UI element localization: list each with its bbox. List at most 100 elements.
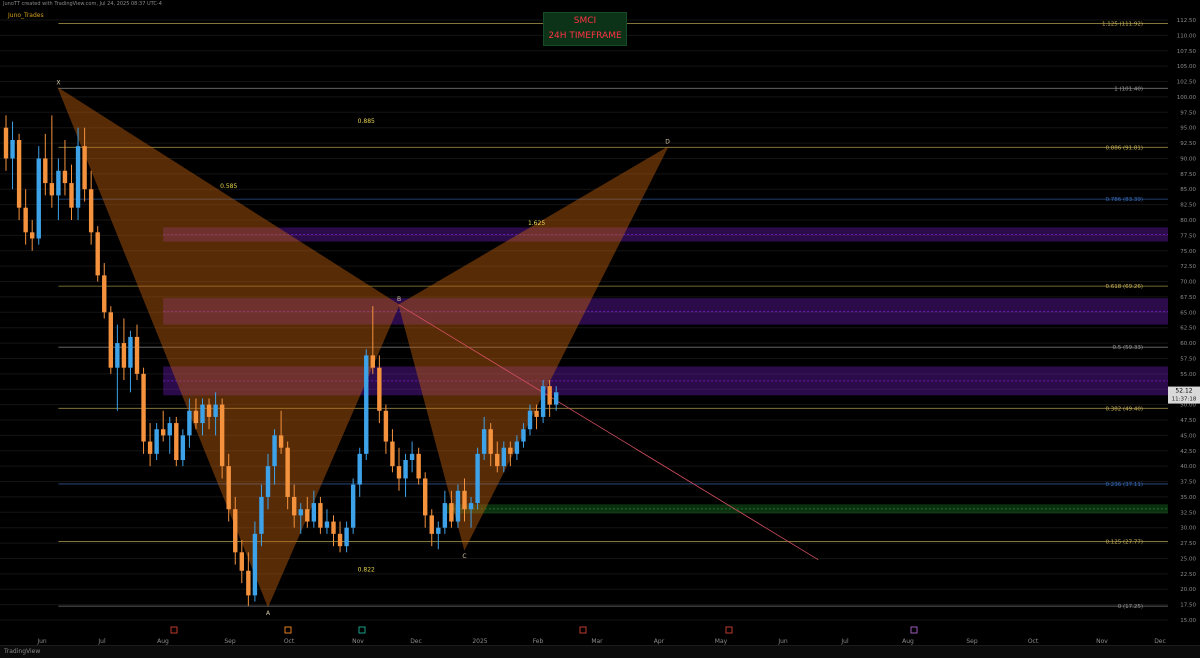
event-marker — [284, 626, 292, 634]
time-tick: Oct — [1028, 638, 1039, 645]
fib-label: 0.382 (49.40) — [1105, 406, 1143, 412]
candle-body — [475, 453, 480, 504]
price-tick: 57.50 — [1180, 356, 1196, 362]
time-tick: Oct — [284, 638, 295, 645]
ratio-label: 0.885 — [358, 118, 375, 125]
price-tick: 82.50 — [1180, 203, 1196, 209]
time-tick: Jul — [97, 638, 106, 645]
price-tick: 37.50 — [1180, 480, 1196, 486]
time-tick: Nov — [1096, 638, 1108, 645]
price-tick: 45.00 — [1180, 433, 1196, 439]
price-chart[interactable]: 1.125 (111.92) 1 (101.40) 0.886 (91.81) 0.7… — [0, 0, 1200, 658]
fib-label: 0.5 (59.33) — [1112, 345, 1143, 351]
candle-body — [82, 146, 87, 190]
time-tick: Mar — [591, 638, 603, 645]
candle-body — [141, 373, 146, 442]
candle-body — [180, 435, 186, 460]
price-tick: 15.00 — [1180, 618, 1196, 624]
price-tick: 90.00 — [1180, 156, 1196, 162]
candle-body — [36, 158, 41, 239]
candle-body — [75, 146, 81, 208]
point-label: C — [462, 553, 466, 560]
candle-body — [370, 355, 375, 368]
candle-body — [462, 490, 467, 510]
candle-body — [318, 503, 323, 528]
time-tick: Jul — [840, 638, 849, 645]
candle-body — [233, 509, 238, 553]
price-tick: 100.00 — [1177, 95, 1197, 101]
candle-body — [298, 509, 303, 516]
price-tick: 65.00 — [1180, 310, 1196, 316]
candle-body — [115, 343, 120, 368]
ratio-label: 0.822 — [358, 566, 375, 573]
candle-body — [534, 410, 539, 417]
candle-body — [324, 521, 330, 528]
candle-body — [455, 490, 461, 522]
candle-body — [56, 170, 61, 196]
price-tick: 107.50 — [1177, 49, 1197, 55]
candle-body — [423, 478, 428, 516]
candle-body — [495, 453, 500, 467]
price-tick: 67.50 — [1180, 295, 1196, 301]
candle-body — [364, 355, 369, 454]
candle-body — [396, 466, 402, 479]
time-tick: Jun — [36, 638, 47, 645]
time-tick: 2025 — [472, 638, 487, 645]
candle-body — [383, 410, 389, 442]
price-tick: 35.00 — [1180, 495, 1196, 501]
candle-body — [128, 336, 133, 368]
candle-body — [134, 336, 140, 374]
candle-body — [488, 429, 493, 454]
fib-label: 0.236 (37.11) — [1105, 482, 1143, 488]
time-tick: Sep — [966, 638, 978, 645]
candle-body — [147, 441, 153, 454]
candle-body — [409, 453, 415, 460]
candle-body — [416, 453, 421, 479]
price-tick: 55.00 — [1180, 372, 1196, 378]
ratio-label: 1.625 — [528, 220, 545, 227]
bcd-triangle — [398, 146, 669, 551]
candle-body — [49, 183, 55, 196]
candle-body — [95, 232, 100, 276]
event-marker — [358, 626, 366, 634]
candle-body — [206, 404, 212, 417]
price-tick: 112.50 — [1177, 18, 1197, 24]
point-label: X — [56, 79, 60, 86]
candle-body — [357, 453, 362, 485]
time-tick: Dec — [1154, 638, 1166, 645]
candle-body — [331, 521, 336, 534]
time-tick: Aug — [157, 638, 169, 645]
time-tick: Sep — [224, 638, 236, 645]
candle-body — [167, 423, 172, 436]
event-marker — [910, 626, 918, 634]
time-tick: May — [715, 638, 728, 645]
candle-body — [442, 503, 448, 528]
candle-body — [200, 404, 205, 424]
candle-body — [449, 503, 454, 522]
fib-label: 1 (101.40) — [1114, 86, 1143, 92]
price-tick: 102.50 — [1177, 80, 1197, 86]
event-marker — [170, 626, 178, 634]
candle-body — [436, 527, 441, 534]
price-tick: 95.00 — [1180, 126, 1196, 132]
candle-body — [344, 527, 349, 547]
candle-body — [350, 484, 356, 528]
time-tick: Dec — [410, 638, 422, 645]
tradingview-brand: TradingView — [4, 648, 41, 655]
price-tick: 20.00 — [1180, 587, 1196, 593]
candle-body — [10, 140, 15, 159]
candle-body — [501, 447, 506, 467]
candle-body — [30, 232, 35, 239]
candle-body — [285, 447, 290, 497]
point-label: B — [397, 296, 401, 303]
candle-body — [43, 158, 48, 184]
candle-body — [161, 429, 166, 436]
price-tick: 47.50 — [1180, 418, 1196, 424]
price-tick: 75.00 — [1180, 249, 1196, 255]
candle-body — [265, 466, 271, 497]
candle-body — [337, 533, 343, 547]
time-tick: Feb — [533, 638, 544, 645]
candle-body — [62, 170, 68, 184]
chart-title: SMCI — [573, 16, 597, 26]
candle-body — [174, 423, 179, 460]
